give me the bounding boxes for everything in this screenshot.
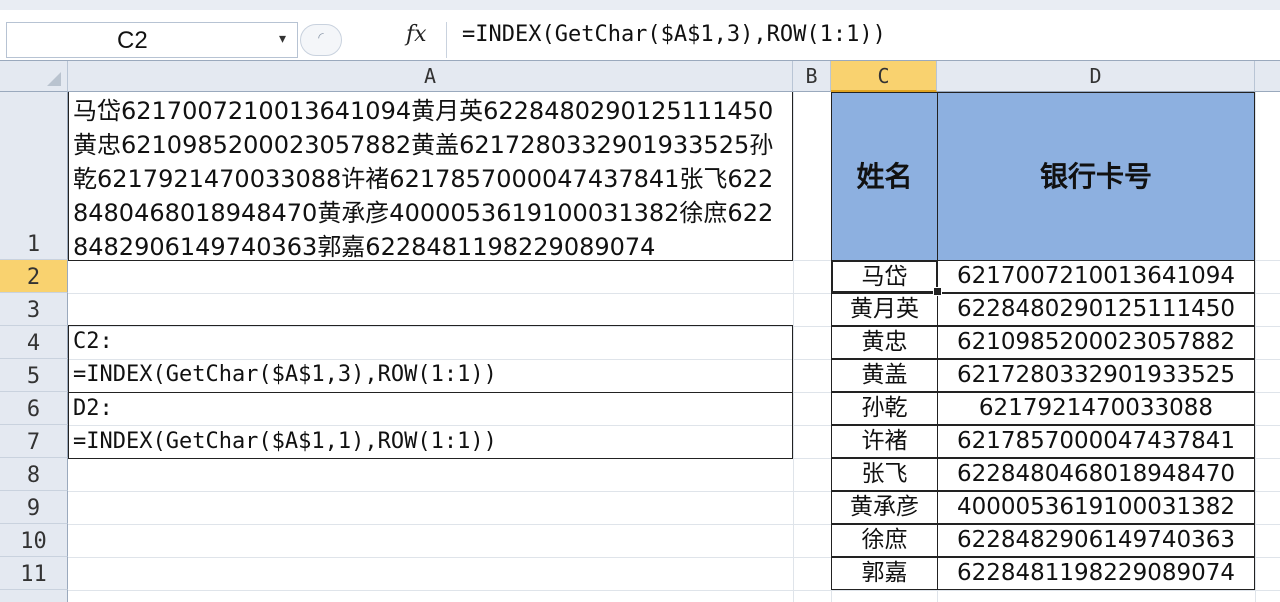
cell-d11[interactable]: 6228481198229089074	[937, 557, 1255, 590]
cell-c6[interactable]: 孙乾	[831, 392, 938, 425]
row-header-8[interactable]: 8	[0, 458, 68, 491]
cell-c4[interactable]: 黄忠	[831, 326, 938, 359]
chevron-down-icon[interactable]: ▾	[279, 31, 286, 47]
cell-d4[interactable]: 6210985200023057882	[937, 326, 1255, 359]
header-name-cell[interactable]: 姓名	[831, 92, 938, 261]
cell-a7: =INDEX(GetChar($A$1,1),ROW(1:1))	[73, 429, 497, 454]
name-box[interactable]: C2 ▾	[6, 22, 298, 58]
formula-note-c2[interactable]: C2: =INDEX(GetChar($A$1,3),ROW(1:1))	[68, 325, 793, 393]
cell-d9[interactable]: 4000053619100031382	[937, 491, 1255, 524]
formula-divider	[446, 22, 447, 58]
select-all-button[interactable]	[0, 61, 68, 92]
resize-grip-icon[interactable]: ◜	[300, 24, 342, 56]
column-header-c[interactable]: C	[831, 61, 937, 92]
row-header-3[interactable]: 3	[0, 293, 68, 326]
cell-a4: C2:	[73, 329, 113, 354]
fill-handle[interactable]	[933, 287, 942, 296]
cell-a1[interactable]: 马岱6217007210013641094黄月英6228480290125111…	[68, 92, 793, 261]
cell-d2[interactable]: 6217007210013641094	[937, 260, 1255, 293]
column-header-d[interactable]: D	[937, 61, 1255, 92]
row-header-6[interactable]: 6	[0, 392, 68, 425]
name-box-value: C2	[117, 27, 148, 54]
cell-c8[interactable]: 张飞	[831, 458, 938, 491]
cell-c3[interactable]: 黄月英	[831, 293, 938, 326]
row-header-12[interactable]	[0, 590, 68, 602]
column-header-b[interactable]: B	[793, 61, 831, 92]
row-header-7[interactable]: 7	[0, 425, 68, 458]
cell-c2-selected[interactable]: 马岱	[831, 260, 938, 293]
cell-d7[interactable]: 6217857000047437841	[937, 425, 1255, 458]
gridline	[793, 92, 794, 602]
cell-c7[interactable]: 许褚	[831, 425, 938, 458]
row-header-10[interactable]: 10	[0, 524, 68, 557]
cell-d3[interactable]: 6228480290125111450	[937, 293, 1255, 326]
cell-d8[interactable]: 6228480468018948470	[937, 458, 1255, 491]
column-header-e[interactable]	[1255, 61, 1280, 92]
select-all-icon	[47, 72, 61, 86]
gridline	[1255, 92, 1256, 602]
formula-input[interactable]: =INDEX(GetChar($A$1,3),ROW(1:1))	[462, 22, 886, 47]
cell-c10[interactable]: 徐庶	[831, 524, 938, 557]
cell-d5[interactable]: 6217280332901933525	[937, 359, 1255, 392]
cell-d6[interactable]: 6217921470033088	[937, 392, 1255, 425]
worksheet-grid[interactable]: A B C D 1 2 3 4 5 6 7 8 9 10 11 马岱621700…	[0, 61, 1280, 602]
gridline	[68, 590, 1280, 591]
cell-c11[interactable]: 郭嘉	[831, 557, 938, 590]
insert-function-button[interactable]: fx	[406, 22, 427, 47]
cell-c9[interactable]: 黄承彦	[831, 491, 938, 524]
row-header-9[interactable]: 9	[0, 491, 68, 524]
cell-a1-text: 马岱6217007210013641094黄月英6228480290125111…	[73, 97, 774, 261]
cell-d10[interactable]: 6228482906149740363	[937, 524, 1255, 557]
formula-note-d2[interactable]: D2: =INDEX(GetChar($A$1,1),ROW(1:1))	[68, 392, 793, 459]
column-header-a[interactable]: A	[68, 61, 793, 92]
cell-c5[interactable]: 黄盖	[831, 359, 938, 392]
row-header-11[interactable]: 11	[0, 557, 68, 590]
cell-a5: =INDEX(GetChar($A$1,3),ROW(1:1))	[73, 362, 497, 387]
header-card-cell[interactable]: 银行卡号	[937, 92, 1255, 261]
row-header-2[interactable]: 2	[0, 260, 68, 293]
row-header-1[interactable]: 1	[0, 92, 68, 260]
formula-bar: C2 ▾ ◜ fx =INDEX(GetChar($A$1,3),ROW(1:1…	[0, 10, 1280, 61]
row-header-4[interactable]: 4	[0, 326, 68, 359]
cell-a6: D2:	[73, 396, 113, 421]
row-header-5[interactable]: 5	[0, 359, 68, 392]
